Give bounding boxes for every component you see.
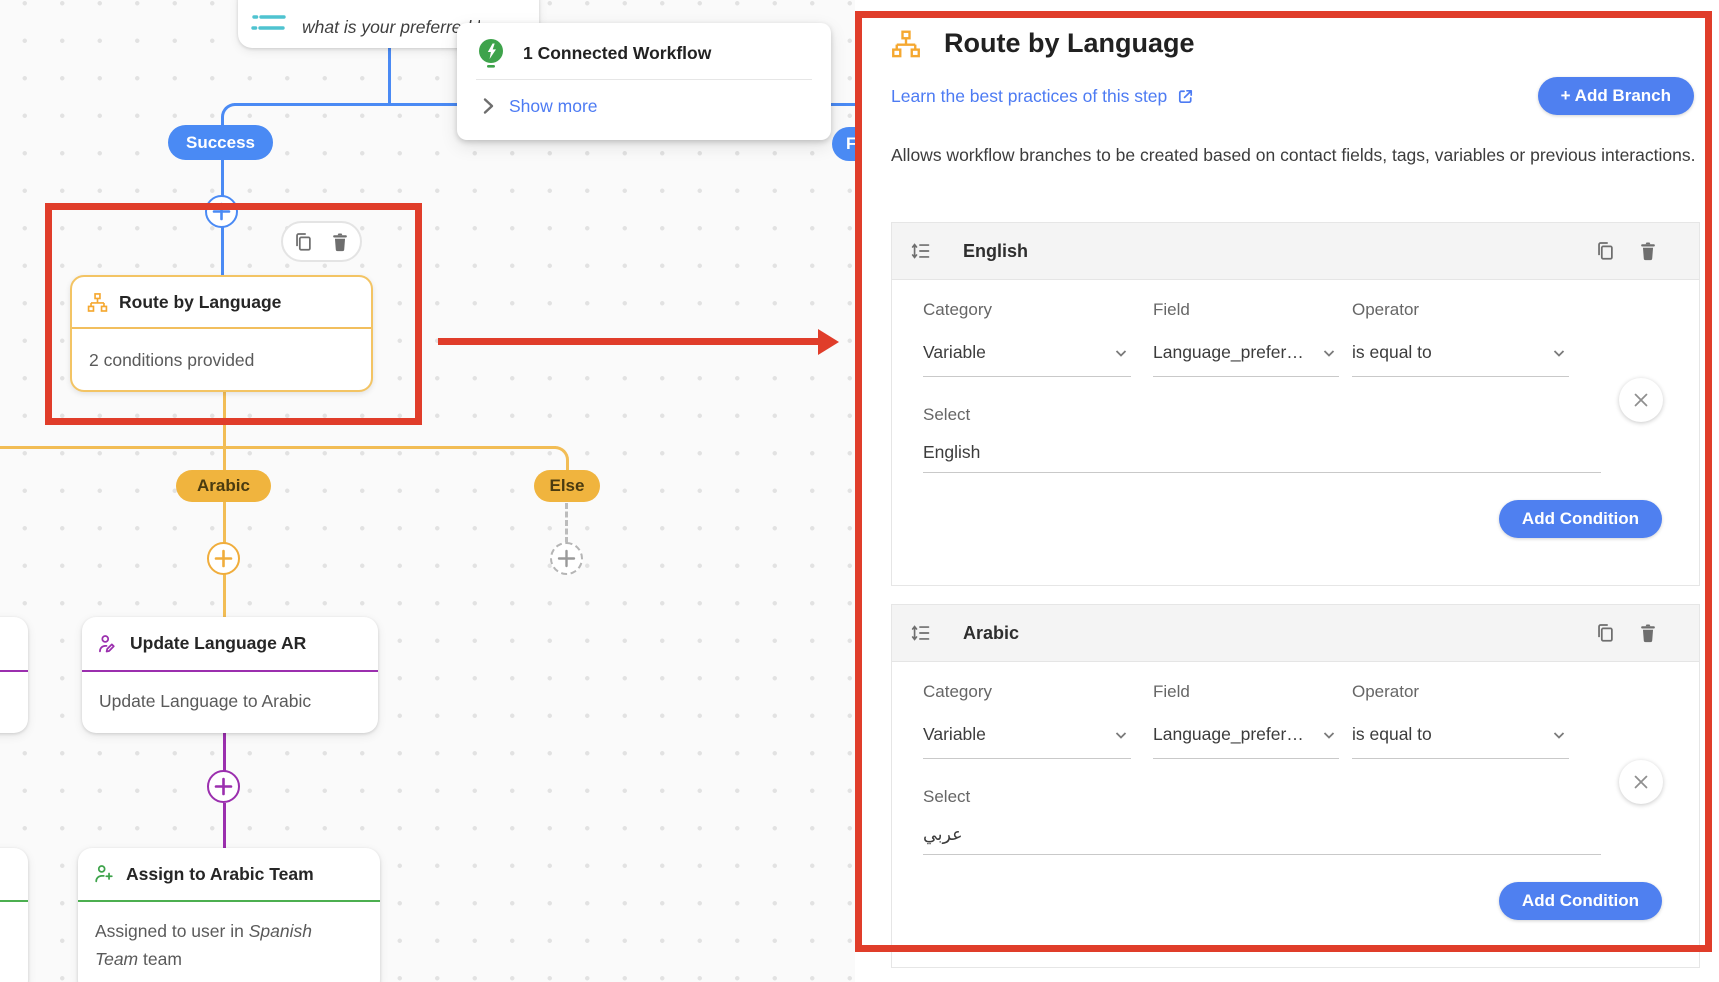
connector-dashed xyxy=(565,503,568,543)
add-step-button[interactable] xyxy=(207,770,240,803)
show-more-link[interactable]: Show more xyxy=(509,96,598,117)
branch-name: English xyxy=(963,241,1573,262)
person-add-icon xyxy=(93,863,115,885)
chevron-down-icon xyxy=(1549,343,1569,363)
question-text: what is your preferred l xyxy=(302,17,480,38)
subtitle-text: Assigned to user in xyxy=(95,921,249,941)
remove-condition-button[interactable] xyxy=(1619,378,1663,422)
add-branch-button[interactable]: + Add Branch xyxy=(1538,77,1694,115)
connector xyxy=(221,227,224,277)
copy-node-button[interactable] xyxy=(292,231,314,253)
operator-select[interactable]: is equal to xyxy=(1352,342,1569,377)
add-step-button[interactable] xyxy=(205,195,238,228)
drag-handle-icon[interactable] xyxy=(910,622,932,644)
tooltip-title: 1 Connected Workflow xyxy=(523,43,711,64)
category-label: Category xyxy=(923,682,1131,702)
connector xyxy=(223,733,226,771)
drag-handle-icon[interactable] xyxy=(910,240,932,262)
chevron-down-icon xyxy=(1319,725,1339,745)
branch-card-arabic: Arabic Category xyxy=(891,604,1700,968)
connector xyxy=(388,45,391,105)
tooltip-divider xyxy=(476,79,812,80)
branch-card-english: English Category xyxy=(891,222,1700,586)
connector xyxy=(223,502,226,543)
operator-label: Operator xyxy=(1352,300,1569,320)
best-practices-link[interactable]: Learn the best practices of this step xyxy=(891,86,1167,107)
step-config-panel: Route by Language Learn the best practic… xyxy=(855,0,1719,982)
branch-name: Arabic xyxy=(963,623,1573,644)
operator-select[interactable]: is equal to xyxy=(1352,724,1569,759)
node-title: Update Language AR xyxy=(130,633,306,654)
field-label: Field xyxy=(1153,682,1339,702)
category-select[interactable]: Variable xyxy=(923,724,1131,759)
assign-team-node[interactable]: Assign to Arabic Team Assigned to user i… xyxy=(78,848,380,982)
add-step-button[interactable] xyxy=(207,542,240,575)
workflow-builder-screen: what is your preferred l 1 Connected Wor… xyxy=(0,0,1719,982)
copy-branch-button[interactable] xyxy=(1594,240,1616,262)
annotation-arrow xyxy=(438,338,819,345)
category-label: Category xyxy=(923,300,1131,320)
panel-description: Allows workflow branches to be created b… xyxy=(891,140,1709,170)
connector xyxy=(221,160,224,196)
add-condition-button[interactable]: Add Condition xyxy=(1499,500,1662,538)
node-divider xyxy=(0,900,28,902)
external-link-icon[interactable] xyxy=(1176,87,1195,106)
node-subtitle: Assigned to user in Spanish Team team xyxy=(78,902,340,982)
select-value-field[interactable]: عربي xyxy=(923,824,1601,855)
success-branch-badge[interactable]: Success xyxy=(168,125,273,160)
chevron-down-icon xyxy=(1111,725,1131,745)
connector xyxy=(223,574,226,618)
field-select[interactable]: Language_prefer… xyxy=(1153,342,1339,377)
lightbulb-icon xyxy=(478,38,504,68)
node-subtitle: Update Language to Arabic xyxy=(82,672,378,730)
best-practices-row[interactable]: Learn the best practices of this step xyxy=(891,86,1195,107)
chevron-right-icon[interactable] xyxy=(478,95,498,117)
chevron-down-icon xyxy=(1111,343,1131,363)
arabic-branch-badge[interactable]: Arabic xyxy=(176,470,271,502)
annotation-arrow-head xyxy=(818,329,839,355)
partial-node[interactable] xyxy=(0,848,28,982)
delete-branch-button[interactable] xyxy=(1637,240,1659,262)
node-divider xyxy=(0,670,28,672)
subtitle-text: team xyxy=(138,949,182,969)
person-edit-icon xyxy=(97,633,119,655)
delete-node-button[interactable] xyxy=(329,231,351,253)
show-more-row[interactable]: Show more xyxy=(478,95,598,117)
node-title: Route by Language xyxy=(119,292,281,313)
update-language-node[interactable]: Update Language AR Update Language to Ar… xyxy=(82,617,378,733)
field-select[interactable]: Language_prefer… xyxy=(1153,724,1339,759)
select-value-field[interactable]: English xyxy=(923,442,1601,473)
field-label: Field xyxy=(1153,300,1339,320)
partial-node[interactable] xyxy=(0,617,28,733)
node-subtitle: 2 conditions provided xyxy=(72,329,371,389)
list-icon xyxy=(250,8,288,34)
connector xyxy=(0,446,556,449)
chevron-down-icon xyxy=(1549,725,1569,745)
route-by-language-node[interactable]: Route by Language 2 conditions provided xyxy=(70,275,373,392)
add-step-button-dashed[interactable] xyxy=(550,542,583,575)
sitemap-icon xyxy=(891,29,921,59)
select-label: Select xyxy=(923,787,1661,807)
connector xyxy=(223,391,226,471)
chevron-down-icon xyxy=(1319,343,1339,363)
remove-condition-button[interactable] xyxy=(1619,760,1663,804)
connector xyxy=(223,803,226,849)
add-condition-button[interactable]: Add Condition xyxy=(1499,882,1662,920)
node-title: Assign to Arabic Team xyxy=(126,864,314,885)
node-actions xyxy=(281,221,362,262)
connected-workflow-tooltip: 1 Connected Workflow Show more xyxy=(457,23,831,140)
else-branch-badge[interactable]: Else xyxy=(534,470,600,502)
category-select[interactable]: Variable xyxy=(923,342,1131,377)
operator-label: Operator xyxy=(1352,682,1569,702)
panel-title: Route by Language xyxy=(944,28,1195,59)
copy-branch-button[interactable] xyxy=(1594,622,1616,644)
select-label: Select xyxy=(923,405,1661,425)
delete-branch-button[interactable] xyxy=(1637,622,1659,644)
sitemap-icon xyxy=(87,292,108,313)
